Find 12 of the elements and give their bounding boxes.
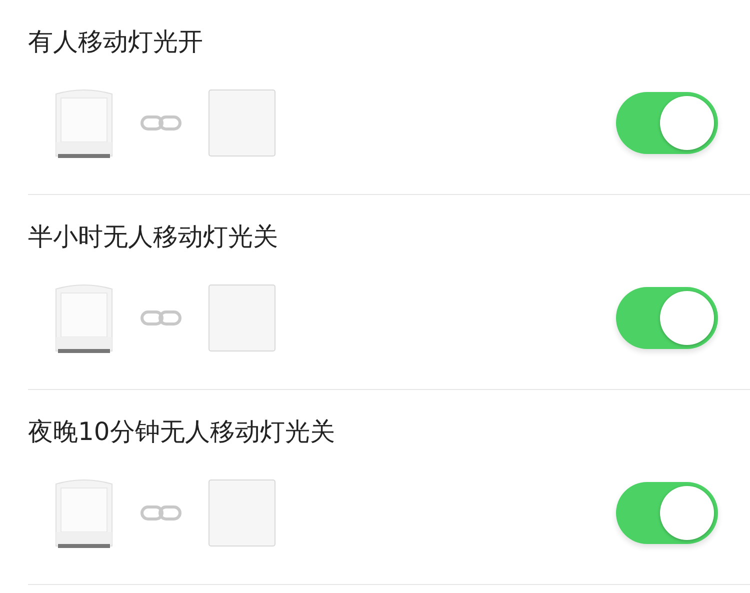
scene-title: 夜晚10分钟无人移动灯光关 xyxy=(28,416,335,448)
link-icon xyxy=(140,505,182,521)
link-icon xyxy=(140,310,182,326)
wall-switch-icon xyxy=(208,284,276,352)
toggle-switch[interactable] xyxy=(616,287,718,349)
scene-title: 有人移动灯光开 xyxy=(28,26,203,58)
toggle-switch[interactable] xyxy=(616,482,718,544)
toggle-switch[interactable] xyxy=(616,92,718,154)
link-icon xyxy=(140,115,182,131)
scene-title: 半小时无人移动灯光关 xyxy=(28,221,278,253)
wall-switch-icon xyxy=(208,89,276,157)
wall-switch-icon xyxy=(208,479,276,547)
